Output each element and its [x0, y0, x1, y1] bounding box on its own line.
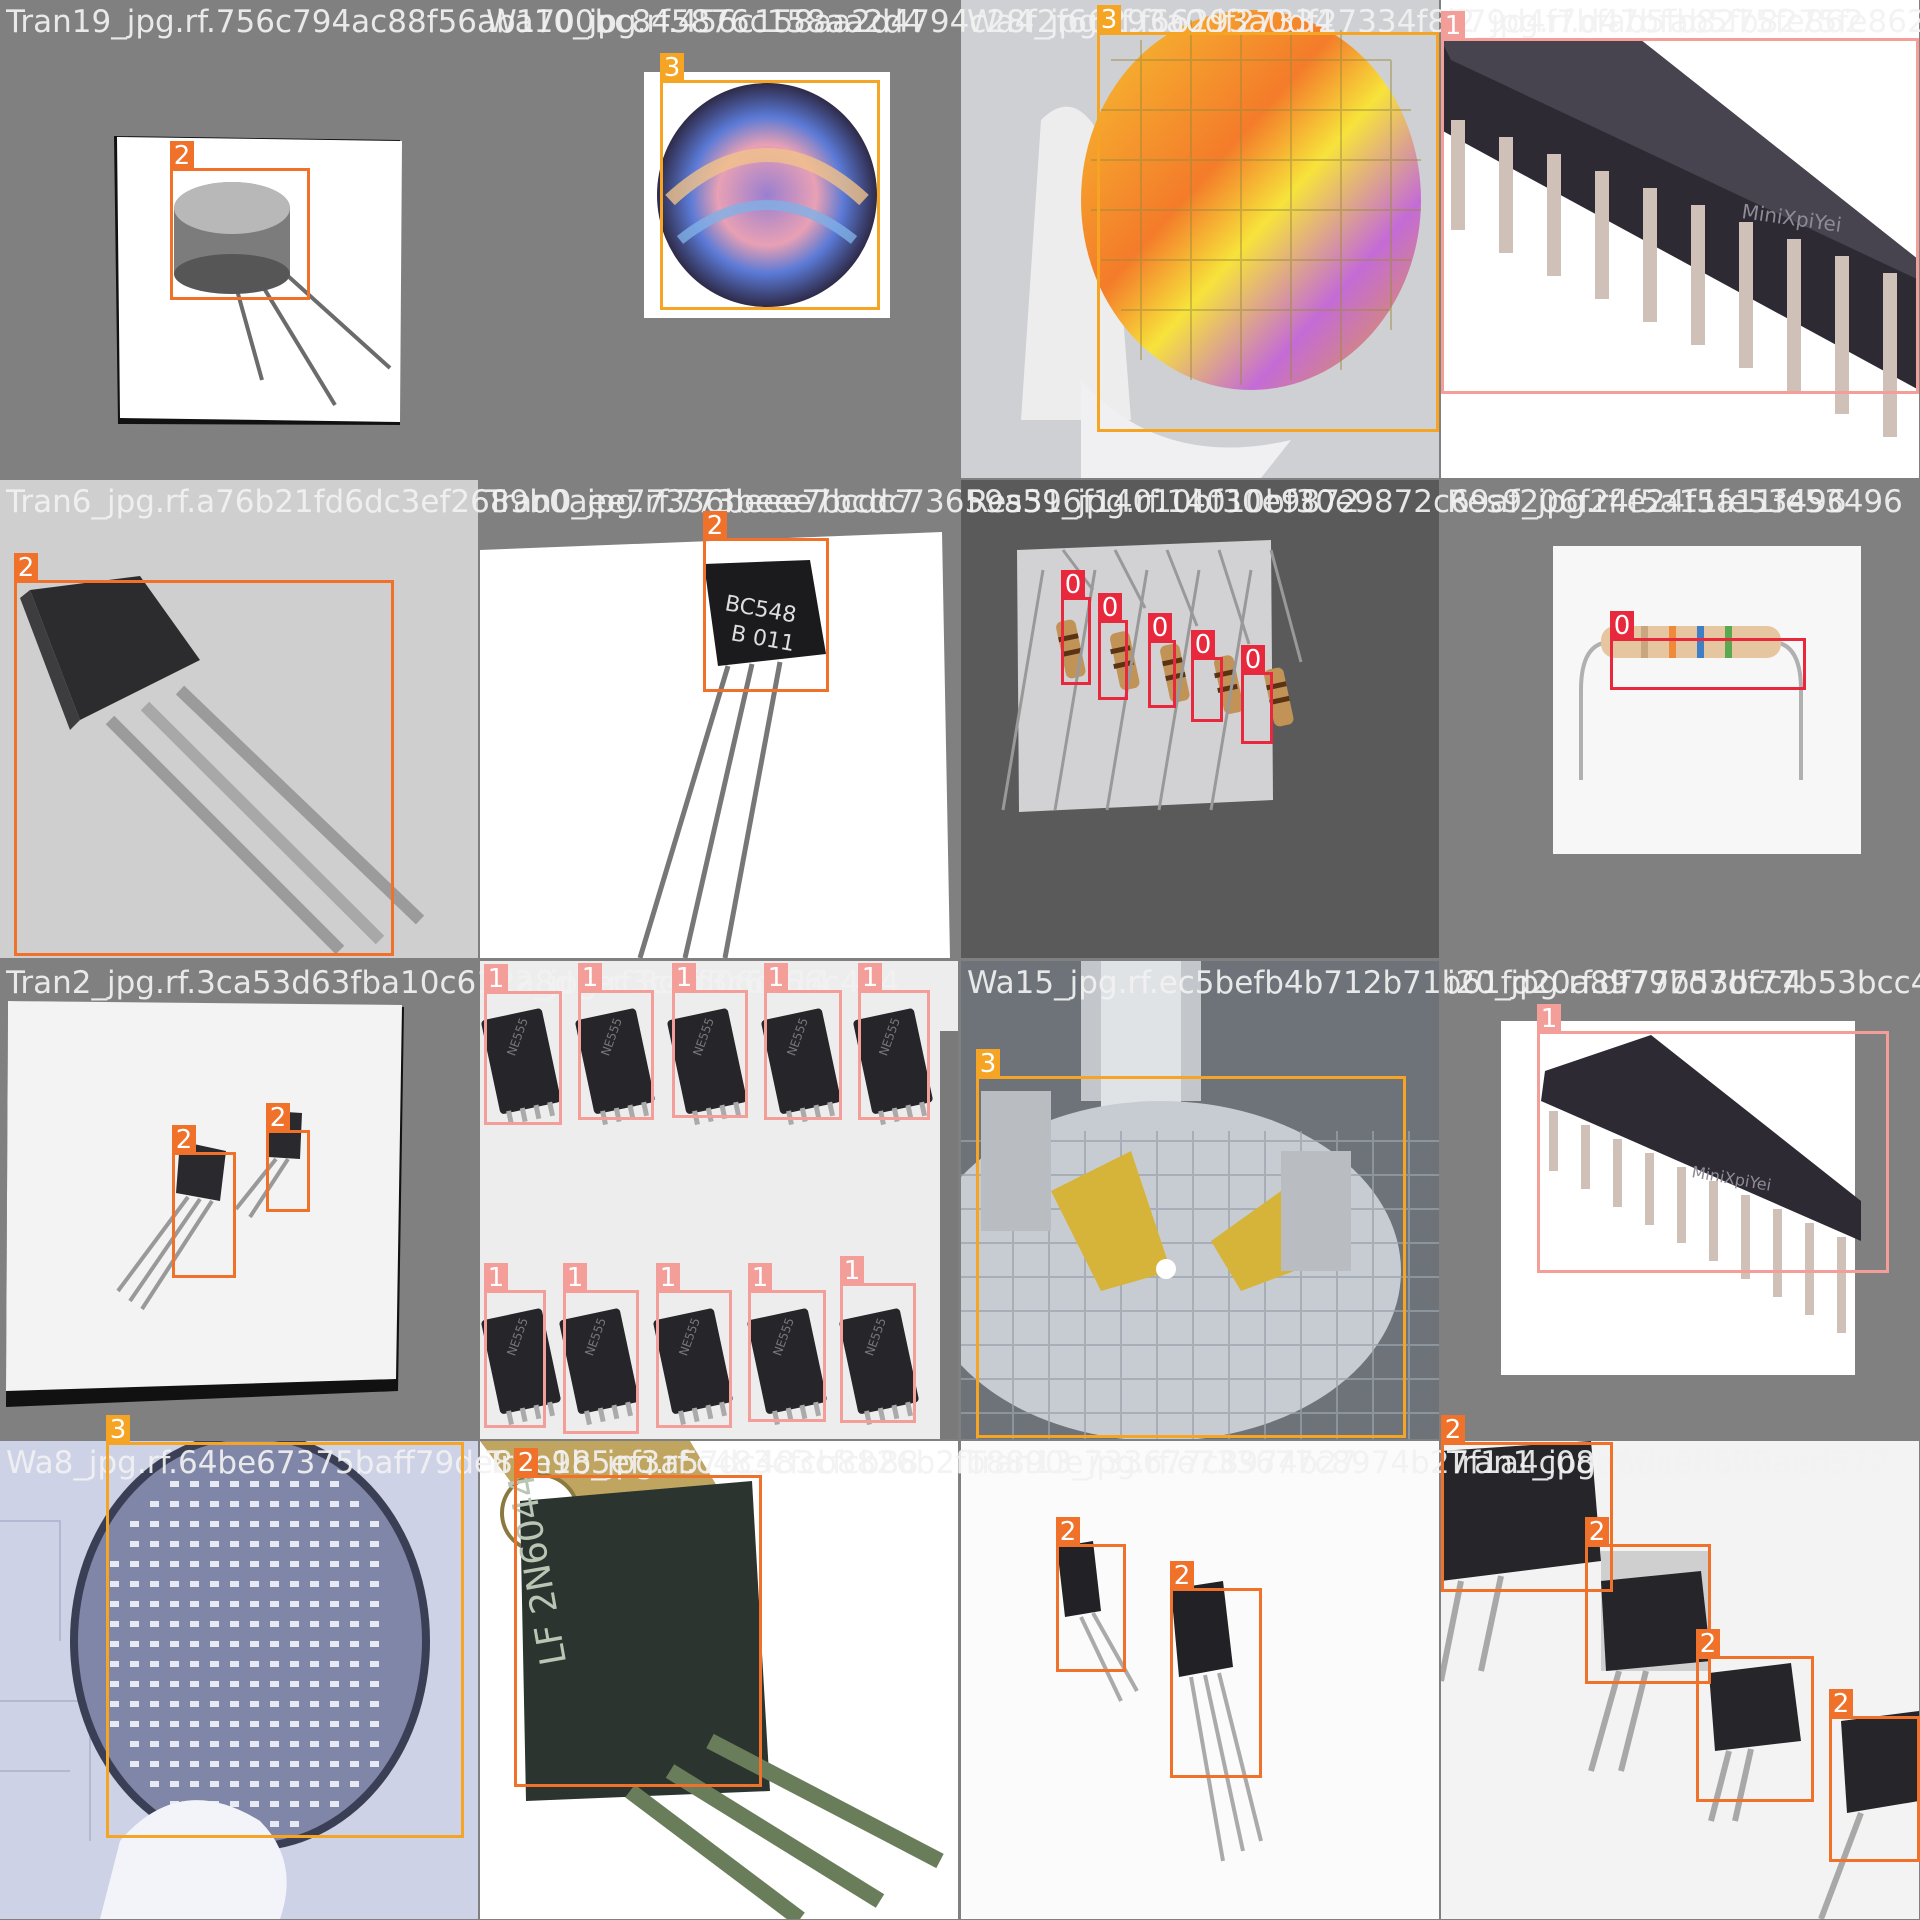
class-label-tag: 3 [106, 1415, 130, 1445]
class-label-tag: 1 [656, 1263, 680, 1293]
detection-box: 1 [484, 964, 562, 1125]
detection-box: 0 [1061, 570, 1091, 685]
class-label-tag: 0 [1610, 611, 1634, 641]
detection-box: 1 [748, 1263, 826, 1422]
class-label-tag: 2 [1696, 1629, 1720, 1659]
detection-box: 1 [764, 963, 842, 1120]
class-label-tag: 0 [1098, 593, 1122, 623]
class-label-tag: 0 [1148, 613, 1172, 643]
detection-box: 1 [672, 963, 748, 1118]
detection-box: 2 [1829, 1689, 1920, 1862]
detection-box: 2 [703, 511, 829, 692]
class-label-tag: 1 [858, 963, 882, 993]
class-label-tag: 1 [840, 1256, 864, 1286]
mosaic-tile [0, 961, 478, 1439]
class-label-tag: 1 [484, 1263, 508, 1293]
detection-box: 2 [1056, 1517, 1126, 1672]
class-label-tag: 2 [266, 1103, 290, 1133]
class-label-tag: 0 [1061, 570, 1085, 600]
detection-box: 2 [170, 141, 310, 300]
class-label-tag: 1 [578, 963, 602, 993]
detection-box: 2 [1170, 1561, 1262, 1778]
detection-box: 1 [563, 1263, 639, 1434]
class-label-tag: 0 [1241, 645, 1265, 675]
class-label-tag: 2 [1585, 1517, 1609, 1547]
detection-box: 2 [14, 553, 394, 956]
mosaic-grid: MiniXpiYei BC548 B 011 NE555 NE555 NE555… [0, 0, 1920, 1920]
class-label-tag: 1 [672, 963, 696, 993]
detection-box: 3 [660, 53, 880, 310]
class-label-tag: 2 [172, 1125, 196, 1155]
detection-box: 3 [976, 1049, 1406, 1438]
class-label-tag: 1 [563, 1263, 587, 1293]
detection-box: 1 [858, 963, 930, 1120]
detection-box: 2 [172, 1125, 236, 1278]
mosaic-tile [1441, 480, 1919, 958]
class-label-tag: 0 [1191, 630, 1215, 660]
class-label-tag: 3 [1097, 5, 1121, 35]
tile-photo [0, 961, 478, 1439]
detection-box: 1 [1441, 11, 1919, 394]
class-label-tag: 2 [1056, 1517, 1080, 1547]
class-label-tag: 2 [1829, 1689, 1853, 1719]
detection-box: 1 [1537, 1004, 1889, 1273]
class-label-tag: 3 [976, 1049, 1000, 1079]
class-label-tag: 1 [1537, 1004, 1561, 1034]
class-label-tag: 2 [14, 553, 38, 583]
detection-box: 1 [840, 1256, 916, 1423]
detection-box: 0 [1610, 611, 1806, 690]
detection-box: 3 [106, 1415, 464, 1838]
detection-box: 0 [1148, 613, 1176, 708]
class-label-tag: 1 [1441, 11, 1465, 41]
detection-box: 3 [1097, 5, 1439, 432]
detection-box: 1 [484, 1263, 546, 1428]
detection-box: 1 [578, 963, 654, 1120]
class-label-tag: 1 [764, 963, 788, 993]
class-label-tag: 2 [170, 141, 194, 171]
class-label-tag: 1 [748, 1263, 772, 1293]
detection-box: 2 [1585, 1517, 1711, 1684]
detection-box: 2 [514, 1448, 762, 1787]
detection-box: 0 [1241, 645, 1273, 744]
class-label-tag: 2 [703, 511, 727, 541]
class-label-tag: 1 [484, 964, 508, 994]
class-label-tag: 2 [514, 1448, 538, 1478]
class-label-tag: 3 [660, 53, 684, 83]
detection-box: 0 [1098, 593, 1128, 700]
class-label-tag: 2 [1441, 1415, 1465, 1445]
tile-photo [1441, 480, 1919, 958]
detection-box: 0 [1191, 630, 1223, 722]
detection-box: 2 [266, 1103, 310, 1212]
detection-box: 1 [656, 1263, 732, 1428]
class-label-tag: 2 [1170, 1561, 1194, 1591]
detection-box: 2 [1696, 1629, 1814, 1802]
